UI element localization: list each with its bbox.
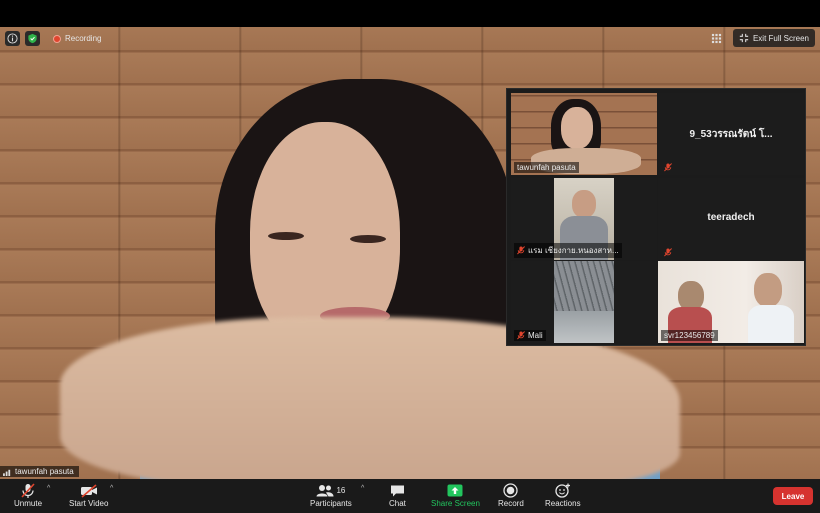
security-button[interactable]: [25, 31, 40, 46]
main-speaker-name: tawunfah pasuta: [15, 467, 74, 476]
participant-video-floor: [554, 311, 614, 343]
participants-button[interactable]: 16 Participants: [310, 482, 352, 508]
chat-button[interactable]: Chat: [389, 482, 406, 508]
participant-name-center: 9_53วรรณรัตน์ โ...: [689, 129, 773, 140]
participant-gallery: tawunfah pasuta 9_53วรรณรัตน์ โ... แรม เ…: [506, 88, 806, 346]
start-video-label: Start Video: [69, 499, 109, 508]
mic-muted-icon: [517, 246, 525, 255]
meeting-toolbar: Unmute ^ Start Video ^ 16 Participants ^…: [0, 479, 820, 513]
participant-tile[interactable]: แรม เชียงกาย.หนองสาห...: [511, 178, 657, 260]
participant-mute-indicator: [661, 247, 675, 258]
chat-label: Chat: [389, 499, 406, 508]
participants-icon: [316, 485, 334, 497]
participant-name-text: แรม เชียงกาย.หนองสาห...: [528, 246, 619, 255]
reactions-button[interactable]: Reactions: [545, 482, 581, 508]
participant-name-center: teeradech: [707, 212, 755, 223]
participant-face: [754, 273, 782, 307]
unmute-label: Unmute: [14, 499, 43, 508]
mic-muted-icon: [664, 248, 672, 257]
speaker-eye-left: [268, 232, 304, 240]
recording-label: Recording: [65, 34, 102, 43]
top-bar: [0, 0, 820, 27]
participant-shirt: [748, 305, 794, 343]
participant-tile[interactable]: Mali: [511, 261, 657, 343]
exit-fullscreen-label: Exit Full Screen: [752, 33, 809, 43]
record-icon: [503, 483, 519, 498]
share-screen-icon: [447, 484, 463, 497]
signal-bars-icon: [3, 469, 11, 476]
participant-name: svr123456789: [661, 330, 718, 341]
share-screen-label: Share Screen: [431, 499, 480, 508]
speaker-eye-right: [350, 235, 386, 243]
participants-options-caret[interactable]: ^: [361, 485, 364, 492]
participant-mute-indicator: [661, 162, 675, 173]
zoom-meeting-window: Recording Exit Full Screen tawunfah pasu…: [0, 0, 820, 513]
exit-fullscreen-icon: [739, 33, 749, 43]
reactions-icon: [555, 483, 570, 498]
record-dot-icon: [53, 34, 61, 43]
grid-icon: [712, 33, 722, 43]
recording-indicator[interactable]: Recording: [53, 34, 101, 43]
chat-icon: [390, 485, 404, 496]
gallery-view-button[interactable]: [707, 29, 727, 47]
participant-name-text: tawunfah pasuta: [517, 163, 576, 172]
participant-name: แรม เชียงกาย.หนองสาห...: [514, 243, 622, 258]
info-icon: [7, 33, 18, 44]
participants-label: Participants: [310, 499, 352, 508]
participant-name-text: svr123456789: [664, 331, 715, 340]
mic-muted-icon: [21, 482, 35, 498]
video-off-icon: [80, 483, 97, 498]
reactions-label: Reactions: [545, 499, 581, 508]
participant-tile[interactable]: svr123456789: [658, 261, 804, 343]
mic-muted-icon: [664, 163, 672, 172]
meeting-status-bar: Recording: [5, 31, 101, 46]
participant-tile[interactable]: teeradech: [658, 178, 804, 260]
participant-tile[interactable]: tawunfah pasuta: [511, 93, 657, 175]
meeting-info-button[interactable]: [5, 31, 20, 46]
main-speaker-name-label: tawunfah pasuta: [0, 466, 79, 477]
participant-tile[interactable]: 9_53วรรณรัตน์ โ...: [658, 93, 804, 175]
participant-face: [561, 107, 593, 149]
participant-name: tawunfah pasuta: [514, 162, 579, 173]
participant-video: [554, 261, 614, 343]
share-screen-button[interactable]: Share Screen: [431, 482, 480, 508]
participant-name-text: Mali: [528, 331, 543, 340]
shield-icon: [28, 33, 37, 44]
participant-face: [572, 190, 596, 218]
leave-button[interactable]: Leave: [773, 487, 813, 505]
audio-options-caret[interactable]: ^: [47, 485, 50, 492]
video-options-caret[interactable]: ^: [110, 485, 113, 492]
record-button[interactable]: Record: [498, 482, 524, 508]
participant-name: Mali: [514, 330, 546, 341]
start-video-button[interactable]: Start Video: [69, 482, 108, 508]
mic-muted-icon: [517, 331, 525, 340]
view-controls: Exit Full Screen: [707, 29, 815, 47]
record-label: Record: [498, 499, 524, 508]
exit-fullscreen-button[interactable]: Exit Full Screen: [732, 29, 815, 47]
unmute-button[interactable]: Unmute: [14, 482, 42, 508]
participants-count: 16: [336, 486, 346, 495]
